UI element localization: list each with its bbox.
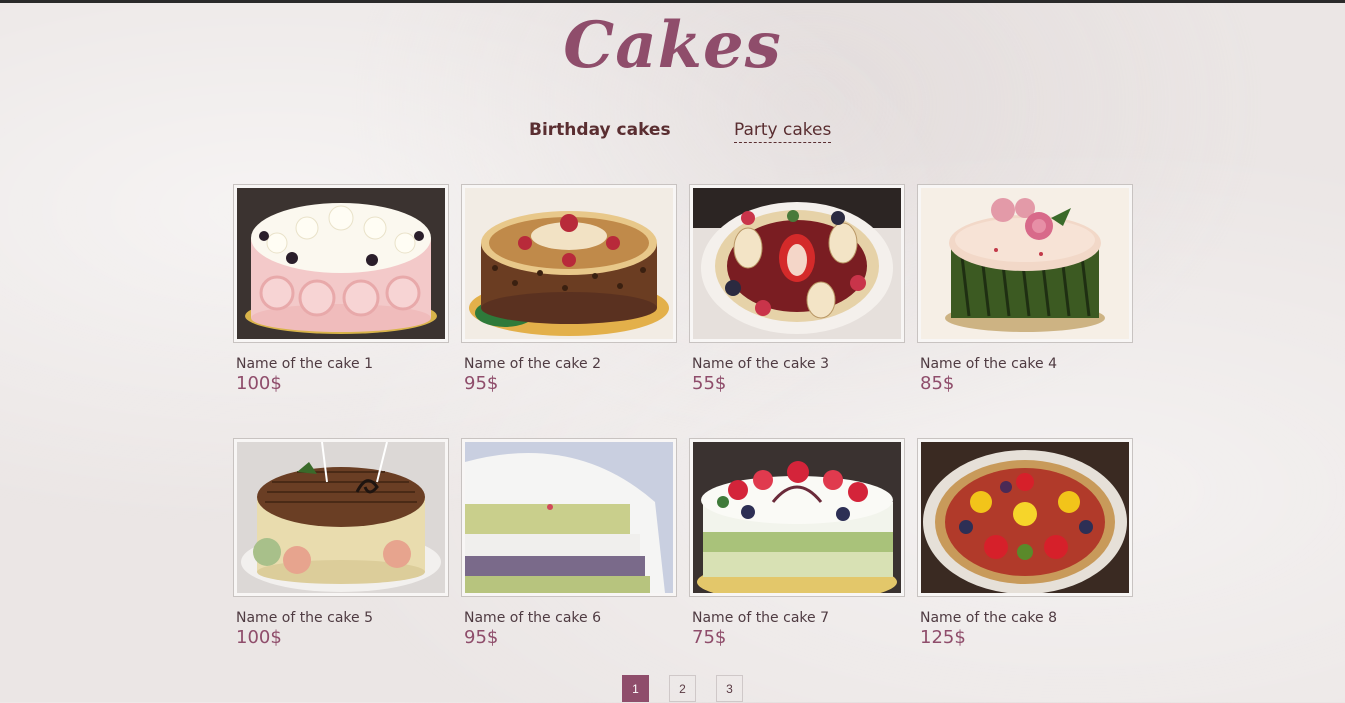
cake-image-frame[interactable] (689, 438, 905, 597)
cake-name[interactable]: Name of the cake 4 (920, 356, 1133, 372)
cake-price: 75$ (692, 627, 727, 648)
cake-price: 55$ (692, 373, 727, 394)
cake-card[interactable]: Name of the cake 3 55$ (689, 184, 905, 394)
cake-name[interactable]: Name of the cake 7 (692, 610, 905, 626)
cake-card[interactable]: Name of the cake 4 85$ (917, 184, 1133, 394)
category-tabs: Birthday cakes Party cakes (0, 120, 1345, 150)
page-button-2[interactable]: 2 (669, 675, 696, 702)
page-title: Cakes (563, 8, 782, 83)
cake-card[interactable]: Name of the cake 2 95$ (461, 184, 677, 394)
cake-name[interactable]: Name of the cake 3 (692, 356, 905, 372)
cake-image-frame[interactable] (917, 184, 1133, 343)
cake-photo[interactable] (693, 188, 901, 339)
cake-image-frame[interactable] (461, 184, 677, 343)
cake-card[interactable]: Name of the cake 6 95$ (461, 438, 677, 648)
cake-photo[interactable] (921, 442, 1129, 593)
cake-photo[interactable] (237, 442, 445, 593)
cake-price: 100$ (236, 627, 282, 648)
cake-name[interactable]: Name of the cake 2 (464, 356, 677, 372)
tab-birthday-cakes[interactable]: Birthday cakes (529, 120, 671, 140)
cake-card[interactable]: Name of the cake 8 125$ (917, 438, 1133, 648)
cake-price: 95$ (464, 373, 499, 394)
cake-name[interactable]: Name of the cake 6 (464, 610, 677, 626)
cake-card[interactable]: Name of the cake 7 75$ (689, 438, 905, 648)
cake-name[interactable]: Name of the cake 8 (920, 610, 1133, 626)
cake-image-frame[interactable] (917, 438, 1133, 597)
cake-price: 95$ (464, 627, 499, 648)
cake-photo[interactable] (237, 188, 445, 339)
cake-image-frame[interactable] (461, 438, 677, 597)
pagination: 1 2 3 (0, 675, 1345, 702)
cake-image-frame[interactable] (689, 184, 905, 343)
top-border (0, 0, 1345, 3)
cake-name[interactable]: Name of the cake 1 (236, 356, 449, 372)
cake-card[interactable]: Name of the cake 5 100$ (233, 438, 449, 648)
page-button-1[interactable]: 1 (622, 675, 649, 702)
tab-party-cakes[interactable]: Party cakes (734, 120, 832, 143)
cake-photo[interactable] (465, 442, 673, 593)
cake-price: 85$ (920, 373, 955, 394)
cake-price: 100$ (236, 373, 282, 394)
cake-price: 125$ (920, 627, 966, 648)
cake-card[interactable]: Name of the cake 1 100$ (233, 184, 449, 394)
cake-image-frame[interactable] (233, 438, 449, 597)
cake-grid: Name of the cake 1 100$ Name of the cake… (233, 184, 1133, 654)
cake-image-frame[interactable] (233, 184, 449, 343)
cake-photo[interactable] (465, 188, 673, 339)
cake-name[interactable]: Name of the cake 5 (236, 610, 449, 626)
page-button-3[interactable]: 3 (716, 675, 743, 702)
cake-photo[interactable] (693, 442, 901, 593)
cake-photo[interactable] (921, 188, 1129, 339)
